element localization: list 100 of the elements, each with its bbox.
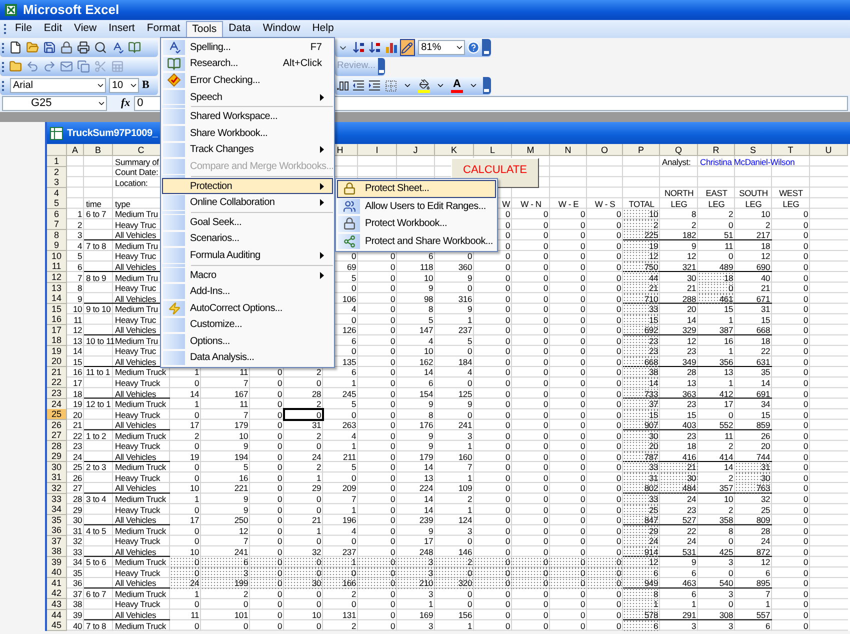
menu-item[interactable]: Insert bbox=[102, 20, 141, 38]
font-color-button[interactable]: A bbox=[450, 77, 464, 94]
row-header[interactable]: 26 bbox=[47, 420, 67, 431]
save-icon[interactable] bbox=[41, 39, 58, 56]
row-header[interactable]: 16 bbox=[47, 314, 67, 326]
menu-item[interactable]: Help bbox=[306, 20, 340, 38]
column-header[interactable]: U bbox=[810, 144, 848, 156]
row-header[interactable]: 15 bbox=[47, 304, 67, 315]
font-size-field[interactable]: 10 bbox=[109, 78, 139, 93]
menu-item[interactable]: Protect Sheet... bbox=[337, 180, 496, 198]
toolbar-grip-icon[interactable] bbox=[2, 80, 5, 92]
function-label[interactable]: fx bbox=[121, 95, 130, 112]
row-header[interactable]: 17 bbox=[47, 324, 67, 336]
menu-item[interactable]: Options... bbox=[162, 333, 333, 350]
row-header[interactable]: 7 bbox=[47, 219, 67, 230]
row-header[interactable]: 18 bbox=[47, 335, 67, 346]
row-header[interactable]: 5 bbox=[47, 198, 67, 210]
row-header[interactable]: 37 bbox=[47, 536, 67, 547]
toolbar-options-icon[interactable] bbox=[482, 77, 491, 94]
column-header[interactable]: B bbox=[84, 144, 113, 156]
row-header[interactable]: 8 bbox=[47, 230, 67, 241]
column-header[interactable]: P bbox=[623, 144, 660, 156]
menu-item[interactable]: Data bbox=[222, 20, 257, 38]
column-header[interactable]: I bbox=[358, 144, 397, 156]
row-header[interactable]: 45 bbox=[47, 620, 67, 632]
row-header[interactable]: 22 bbox=[47, 377, 67, 388]
menu-item[interactable]: Macro bbox=[162, 266, 333, 284]
bold-button[interactable]: B bbox=[142, 77, 150, 94]
column-header[interactable]: S bbox=[735, 144, 772, 156]
row-header[interactable]: 25 bbox=[47, 409, 67, 420]
row-header[interactable]: 14 bbox=[47, 293, 67, 304]
menu-item[interactable]: Scenarios... bbox=[162, 230, 333, 248]
menu-item[interactable]: Protection bbox=[162, 178, 333, 194]
row-header[interactable]: 30 bbox=[47, 462, 67, 473]
column-header[interactable]: K bbox=[435, 144, 474, 156]
row-header[interactable]: 42 bbox=[47, 588, 67, 600]
column-header[interactable]: J bbox=[397, 144, 435, 156]
row-header[interactable]: 44 bbox=[47, 610, 67, 621]
lock-icon[interactable] bbox=[58, 39, 75, 56]
drawing-toggle-button[interactable] bbox=[400, 39, 416, 56]
font-name-field[interactable]: Arial bbox=[10, 78, 106, 93]
row-header[interactable]: 10 bbox=[47, 250, 67, 262]
search-icon[interactable] bbox=[92, 39, 109, 56]
toolbar-grip-icon[interactable] bbox=[2, 42, 5, 54]
menu-item[interactable]: Goal Seek... bbox=[162, 214, 333, 231]
menu-item[interactable]: File bbox=[9, 20, 38, 38]
zoom-field[interactable]: 81% bbox=[418, 40, 465, 55]
row-header[interactable]: 31 bbox=[47, 472, 67, 484]
column-header[interactable]: R bbox=[698, 144, 735, 156]
row-header[interactable]: 29 bbox=[47, 451, 67, 462]
row-header[interactable]: 24 bbox=[47, 398, 67, 410]
column-header[interactable]: O bbox=[587, 144, 623, 156]
menu-item[interactable]: View bbox=[68, 20, 103, 38]
column-header[interactable]: A bbox=[67, 144, 84, 156]
row-header[interactable]: 39 bbox=[47, 556, 67, 568]
column-header[interactable]: T bbox=[772, 144, 810, 156]
menu-item[interactable]: Speech bbox=[162, 88, 333, 106]
row-header[interactable]: 2 bbox=[47, 166, 67, 178]
menu-item[interactable]: Tools bbox=[186, 20, 223, 38]
row-header[interactable]: 19 bbox=[47, 346, 67, 357]
column-header[interactable]: Q bbox=[660, 144, 698, 156]
row-header[interactable]: 3 bbox=[47, 177, 67, 188]
column-header[interactable]: M bbox=[512, 144, 550, 156]
menu-item[interactable]: Allow Users to Edit Ranges... bbox=[337, 198, 496, 215]
row-header[interactable]: 41 bbox=[47, 578, 67, 589]
row-header[interactable]: 43 bbox=[47, 598, 67, 610]
row-header[interactable]: 12 bbox=[47, 272, 67, 284]
name-box[interactable]: G25 bbox=[2, 96, 107, 111]
row-header[interactable]: 36 bbox=[47, 525, 67, 536]
menu-item[interactable]: Error Checking... bbox=[162, 72, 333, 89]
row-header[interactable]: 20 bbox=[47, 356, 67, 368]
book-icon[interactable] bbox=[126, 39, 143, 56]
menu-item[interactable]: Data Analysis... bbox=[162, 350, 333, 366]
row-header[interactable]: 34 bbox=[47, 504, 67, 516]
toolbar-options-icon[interactable] bbox=[482, 39, 491, 56]
active-cell[interactable]: 0 bbox=[284, 409, 323, 420]
print-icon[interactable] bbox=[75, 39, 92, 56]
row-header[interactable]: 28 bbox=[47, 440, 67, 452]
row-header[interactable]: 27 bbox=[47, 430, 67, 442]
toolbar-grip-icon[interactable] bbox=[4, 23, 7, 35]
toolbar-options-icon[interactable] bbox=[378, 58, 385, 75]
menu-item[interactable]: Research... Alt+Click bbox=[162, 56, 333, 72]
row-header[interactable]: 23 bbox=[47, 388, 67, 400]
menu-item[interactable]: AutoCorrect Options... bbox=[162, 300, 333, 316]
row-header[interactable]: 4 bbox=[47, 188, 67, 199]
menu-item[interactable]: Add-Ins... bbox=[162, 283, 333, 300]
menu-item[interactable]: Online Collaboration bbox=[162, 194, 333, 211]
row-header[interactable]: 13 bbox=[47, 282, 67, 294]
menu-item[interactable]: Window bbox=[256, 20, 306, 38]
row-header[interactable]: 1 bbox=[47, 156, 67, 167]
menu-item[interactable]: Edit bbox=[38, 20, 68, 38]
menu-item[interactable]: Protect and Share Workbook... bbox=[337, 232, 496, 250]
menu-item[interactable]: Customize... bbox=[162, 316, 333, 334]
help-icon[interactable] bbox=[466, 39, 482, 56]
row-header[interactable]: 11 bbox=[47, 261, 67, 272]
column-header[interactable]: N bbox=[550, 144, 587, 156]
menu-item[interactable]: Protect Workbook... bbox=[337, 215, 496, 232]
toolbar-grip-icon[interactable] bbox=[2, 60, 5, 72]
row-header[interactable]: 40 bbox=[47, 567, 67, 578]
row-header[interactable]: 32 bbox=[47, 482, 67, 494]
